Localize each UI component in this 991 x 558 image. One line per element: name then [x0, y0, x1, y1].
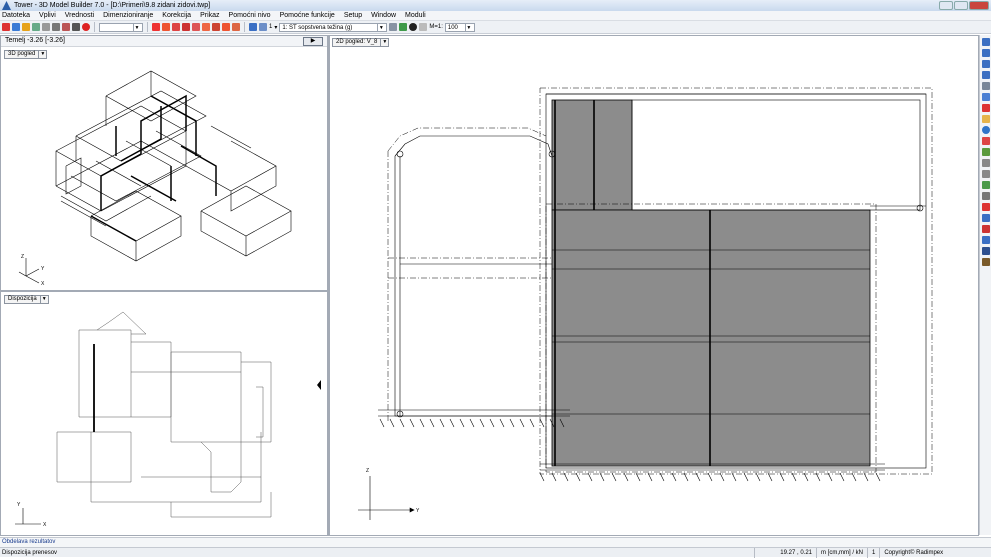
pane-2d-view[interactable]: 2D pogled: V_8 ▼ Z Y [328, 35, 979, 536]
table-icon[interactable] [72, 23, 80, 31]
calc-icon[interactable] [62, 23, 70, 31]
wall-upper-left [551, 99, 633, 211]
layers-icon[interactable] [982, 115, 990, 123]
menu-datoteka[interactable]: Datoteka [2, 12, 30, 19]
status-page: 1 [867, 547, 879, 558]
app-icon [2, 1, 11, 10]
axis-z-label: Z [21, 254, 24, 260]
results-tab[interactable]: Obdelava rezultatov [0, 537, 991, 547]
hand-icon[interactable] [982, 170, 990, 178]
contrast-icon[interactable] [409, 23, 418, 31]
model-3d-drawing: Z Y X [18, 70, 292, 287]
menu-moduli[interactable]: Moduli [405, 12, 426, 19]
scale-value: 100 [447, 24, 458, 31]
menu-setup[interactable]: Setup [344, 12, 362, 19]
menu-vplivi[interactable]: Vplivi [39, 12, 56, 19]
menu-pomocni-nivo[interactable]: Pomoćni nivo [229, 12, 271, 19]
menu-prikaz[interactable]: Prikaz [200, 12, 219, 19]
window-controls [939, 1, 989, 10]
render-icon[interactable] [982, 236, 990, 244]
axis-z-label-2d: Z [366, 468, 369, 474]
supports-left [379, 418, 565, 428]
view-top-icon[interactable] [982, 60, 990, 68]
level-select[interactable]: ▼ [99, 22, 143, 32]
view-front-icon[interactable] [982, 38, 990, 46]
axis-x-label: X [41, 281, 45, 287]
measure-icon[interactable] [982, 148, 990, 156]
status-units: m [cm,mm] / kN [816, 547, 867, 558]
save-icon[interactable] [22, 23, 30, 31]
grid-icon[interactable] [982, 93, 990, 101]
scale-label: M=1: [429, 24, 443, 30]
print-preview-icon[interactable] [982, 247, 990, 255]
axis-y-label-bottom: Y [17, 502, 21, 508]
new-file-icon[interactable] [2, 23, 10, 31]
column-icon[interactable] [172, 23, 180, 31]
zoom-icon[interactable] [982, 181, 990, 189]
load-case-select[interactable]: 1: ST sopstvena težina (g) ▼ [279, 22, 388, 32]
open-icon[interactable] [12, 23, 20, 31]
zoom-window-icon[interactable] [982, 192, 990, 200]
load-next-icon[interactable] [399, 23, 408, 31]
title-bar: Tower - 3D Model Builder 7.0 - [D:\Prime… [0, 0, 991, 11]
select-icon[interactable] [982, 82, 990, 90]
minimize-button[interactable] [939, 1, 953, 10]
close-button[interactable] [969, 1, 989, 10]
print-icon[interactable] [32, 23, 40, 31]
axis-x-label-bottom: X [43, 522, 47, 528]
undo-icon[interactable] [42, 23, 50, 31]
status-bar: Dispozicija prenesov 19.27 , 0.21 m [cm,… [0, 547, 991, 558]
axis-y-label-2d: Y [416, 508, 420, 514]
arrow-load-icon[interactable] [212, 23, 220, 31]
menu-korekcija[interactable]: Korekcija [162, 12, 191, 19]
menu-bar: Datoteka Vplivi Vrednosti Dimenzioniranj… [0, 11, 991, 21]
beam-icon[interactable] [162, 23, 170, 31]
pane-3d-view[interactable]: Temelj -3.26 [-3.26] ▶ 3D pogled ▼ Z Y X [0, 35, 328, 291]
pan-icon[interactable] [982, 159, 990, 167]
stop-icon[interactable] [82, 23, 90, 31]
support-icon[interactable] [152, 23, 160, 31]
tree-icon[interactable] [982, 258, 990, 266]
maximize-button[interactable] [954, 1, 968, 10]
mesh-icon[interactable] [232, 23, 240, 31]
view-side-icon[interactable] [982, 49, 990, 57]
scale-select[interactable]: 100 ▼ [444, 22, 475, 32]
rotate-left-icon[interactable] [249, 23, 257, 31]
menu-vrednosti[interactable]: Vrednosti [65, 12, 94, 19]
status-coords: 19.27 , 0.21 [754, 547, 816, 558]
wall-lower [551, 209, 871, 467]
fit-icon[interactable] [419, 23, 428, 31]
load-icon[interactable] [202, 23, 210, 31]
delete-icon[interactable] [982, 104, 990, 112]
elevation-2d-drawing: Z Y [358, 87, 933, 520]
dimension-icon[interactable] [982, 137, 990, 145]
collapse-arrow-icon [317, 380, 321, 390]
settings-icon[interactable] [982, 214, 990, 222]
pane-disposition-view[interactable]: Dispozicija ▼ Y X [0, 291, 328, 536]
menu-window[interactable]: Window [371, 12, 396, 19]
view-iso-icon[interactable] [982, 71, 990, 79]
load-case-value: 1: ST sopstvena težina (g) [282, 24, 353, 31]
roof-icon[interactable] [222, 23, 230, 31]
load-prev-icon[interactable] [389, 23, 398, 31]
plate-icon[interactable] [192, 23, 200, 31]
axis-y-label: Y [41, 266, 45, 272]
info-icon[interactable] [982, 126, 990, 134]
menu-pomocne-funkcije[interactable]: Pomoćne funkcije [280, 12, 335, 19]
redo-icon[interactable] [52, 23, 60, 31]
color-icon[interactable] [982, 225, 990, 233]
right-toolbar [979, 35, 991, 535]
redraw-icon[interactable] [982, 203, 990, 211]
disposition-drawing: Y X [15, 311, 321, 528]
wall-icon[interactable] [182, 23, 190, 31]
level-number: 1 [269, 24, 273, 30]
status-copyright: Copyright© Radimpex [879, 547, 947, 558]
rotate-right-icon[interactable] [259, 23, 267, 31]
window-title: Tower - 3D Model Builder 7.0 - [D:\Prime… [14, 2, 211, 9]
status-message: Dispozicija prenesov [2, 549, 58, 556]
menu-dimenzioniranje[interactable]: Dimenzioniranje [103, 12, 153, 19]
toolbar: ▼ 1 ▾ 1: ST sopstvena težina (g) ▼ M=1: 1… [0, 21, 991, 34]
